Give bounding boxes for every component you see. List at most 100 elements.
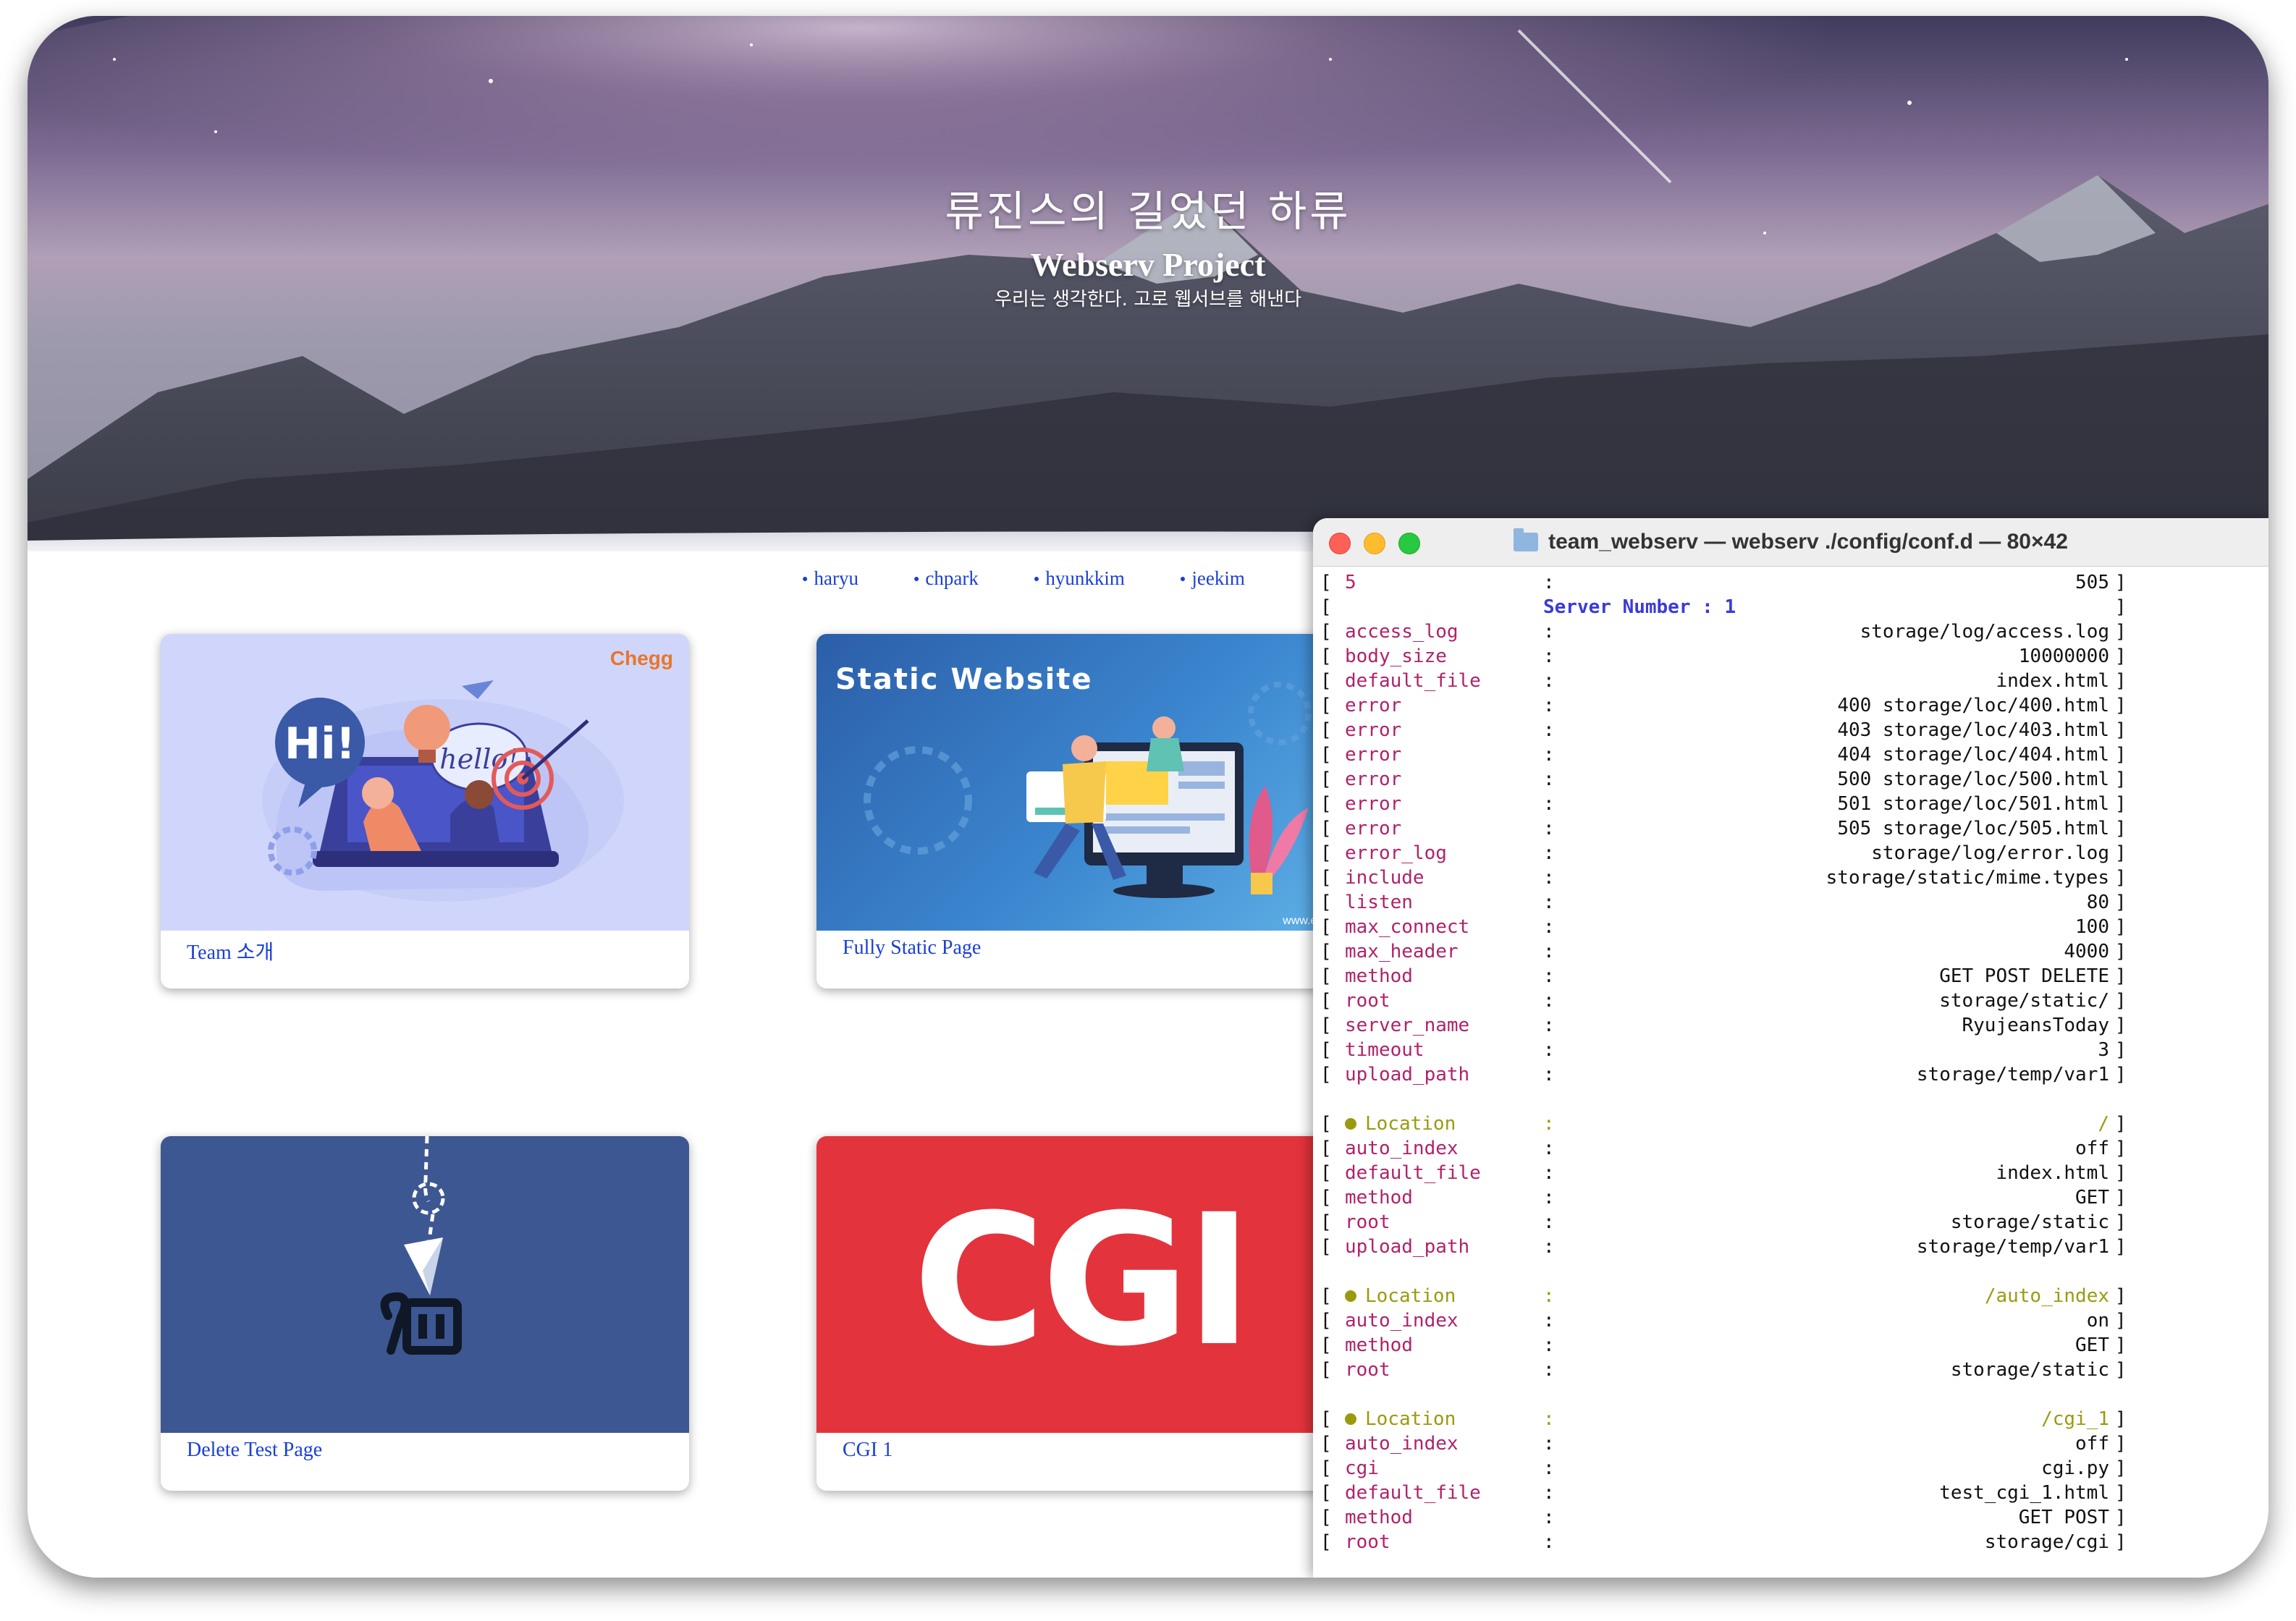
terminal-line: [max_connect: 100]: [1313, 915, 2268, 939]
bracket-open: [: [1320, 1334, 1332, 1356]
location-dot-icon: [1345, 1290, 1356, 1302]
terminal-line: [Location: /]: [1313, 1112, 2268, 1136]
separator: :: [1543, 719, 1555, 741]
bracket-close: ]: [2115, 695, 2127, 716]
terminal-line: [error: 500 storage/loc/500.html]: [1313, 767, 2268, 792]
bracket-open: [: [1320, 892, 1332, 913]
location-key: Location: [1345, 1112, 1456, 1136]
separator: :: [1543, 572, 1555, 593]
bracket-close: ]: [2115, 818, 2127, 839]
config-value: /auto_index: [1984, 1285, 2109, 1307]
card-team[interactable]: Hi! hello! Chegg Team 소개: [161, 634, 689, 989]
config-key: 5: [1345, 572, 1356, 593]
bracket-close: ]: [2115, 867, 2127, 889]
bracket-close: ]: [2115, 1457, 2127, 1479]
bracket-close: ]: [2115, 1285, 2127, 1307]
hero-subtitle: 우리는 생각한다. 고로 웹서브를 해낸다: [994, 289, 1302, 310]
bracket-close: ]: [2115, 1138, 2127, 1159]
separator: :: [1543, 1408, 1555, 1430]
terminal-window[interactable]: team_webserv — webserv ./config/conf.d —…: [1313, 518, 2268, 1578]
bracket-open: [: [1320, 621, 1332, 643]
config-key: include: [1345, 867, 1425, 889]
bracket-close: ]: [2115, 769, 2127, 790]
hero-banner: 류진스의 길었던 하류 Webserv Project 우리는 생각한다. 고로…: [28, 16, 2268, 551]
terminal-line: [method: GET]: [1313, 1333, 2268, 1358]
bracket-open: [: [1320, 1187, 1332, 1209]
config-key: error: [1345, 769, 1402, 790]
terminal-line: [default_file: index.html]: [1313, 669, 2268, 693]
bracket-open: [: [1320, 572, 1332, 593]
config-key: error_log: [1345, 842, 1447, 864]
bracket-open: [: [1320, 1408, 1332, 1430]
bracket-close: ]: [2115, 596, 2127, 618]
bracket-open: [: [1320, 1457, 1332, 1479]
nav-link-chpark[interactable]: chpark: [913, 567, 978, 596]
terminal-line: [root: storage/static/]: [1313, 989, 2268, 1013]
location-dot-icon: [1345, 1413, 1356, 1425]
separator: :: [1543, 793, 1555, 815]
config-value: storage/static: [1950, 1211, 2109, 1233]
separator: :: [1543, 1211, 1555, 1233]
config-key: default_file: [1345, 670, 1481, 692]
separator: :: [1543, 621, 1555, 643]
card-cgi[interactable]: CGI CGI 1: [816, 1136, 1345, 1491]
bracket-open: [: [1320, 1064, 1332, 1085]
terminal-line: [root: storage/static]: [1313, 1358, 2268, 1382]
config-value: 404 storage/loc/404.html: [1837, 744, 2109, 766]
config-key: error: [1345, 744, 1402, 766]
config-value: off: [2075, 1433, 2109, 1455]
folder-icon: [1514, 528, 1539, 551]
config-key: cgi: [1345, 1457, 1379, 1479]
bracket-close: ]: [2115, 1015, 2127, 1036]
card-static-caption[interactable]: Fully Static Page: [843, 936, 981, 960]
bracket-open: [: [1320, 1211, 1332, 1233]
separator: :: [1543, 1482, 1555, 1504]
terminal-output[interactable]: [5: 505] [Server Number : 1] [access_log: st…: [1313, 570, 2268, 1554]
terminal-line: [upload_path: storage/temp/var1]: [1313, 1062, 2268, 1087]
separator: :: [1543, 867, 1555, 889]
config-value: 505: [2075, 572, 2109, 593]
terminal-line: [error: 505 storage/loc/505.html]: [1313, 816, 2268, 841]
separator: :: [1543, 1138, 1555, 1159]
config-key: default_file: [1345, 1162, 1481, 1184]
separator: :: [1543, 1531, 1555, 1553]
terminal-title: team_webserv — webserv ./config/conf.d —…: [1313, 518, 2268, 566]
nav-link-hyunkkim[interactable]: hyunkkim: [1034, 567, 1125, 596]
config-key: method: [1345, 1187, 1413, 1209]
config-value: storage/static/: [1939, 990, 2109, 1012]
static-website-banner: Static Website: [835, 663, 1093, 696]
nav-link-jeekim[interactable]: jeekim: [1180, 567, 1244, 596]
bracket-close: ]: [2115, 1507, 2127, 1528]
card-static[interactable]: Static Website www.educb Fully Static Pa…: [816, 634, 1345, 989]
card-team-caption[interactable]: Team 소개: [187, 936, 274, 965]
separator: :: [1543, 1433, 1555, 1455]
bracket-close: ]: [2115, 1482, 2127, 1504]
separator: :: [1543, 1285, 1555, 1307]
card-delete-caption[interactable]: Delete Test Page: [187, 1439, 322, 1462]
location-key-text: Location: [1365, 1285, 1456, 1307]
card-cgi-caption[interactable]: CGI 1: [843, 1439, 892, 1462]
location-key-text: Location: [1365, 1408, 1456, 1430]
terminal-line: [auto_index: off]: [1313, 1431, 2268, 1456]
config-value: storage/log/error.log: [1871, 842, 2109, 864]
config-key: upload_path: [1345, 1236, 1470, 1258]
config-key: max_header: [1345, 941, 1459, 962]
location-key: Location: [1345, 1407, 1456, 1431]
bracket-open: [: [1320, 1138, 1332, 1159]
team-illustration: Hi! hello! Chegg: [161, 634, 689, 931]
config-value: 10000000: [2018, 646, 2109, 667]
config-key: auto_index: [1345, 1433, 1459, 1455]
nav-link-haryu[interactable]: haryu: [802, 567, 858, 596]
separator: :: [1543, 941, 1555, 962]
team-nav: haryu chpark hyunkkim jeekim: [802, 567, 1244, 596]
card-delete[interactable]: Delete Test Page: [161, 1136, 689, 1491]
separator: :: [1543, 916, 1555, 938]
separator: :: [1543, 1457, 1555, 1479]
terminal-titlebar[interactable]: team_webserv — webserv ./config/conf.d —…: [1313, 518, 2268, 567]
config-value: 80: [2086, 892, 2109, 913]
terminal-line: [timeout: 3]: [1313, 1038, 2268, 1062]
bracket-close: ]: [2115, 1408, 2127, 1430]
config-key: listen: [1345, 892, 1413, 913]
config-value: 501 storage/loc/501.html: [1837, 793, 2109, 815]
hi-bubble-text: Hi!: [284, 719, 355, 769]
